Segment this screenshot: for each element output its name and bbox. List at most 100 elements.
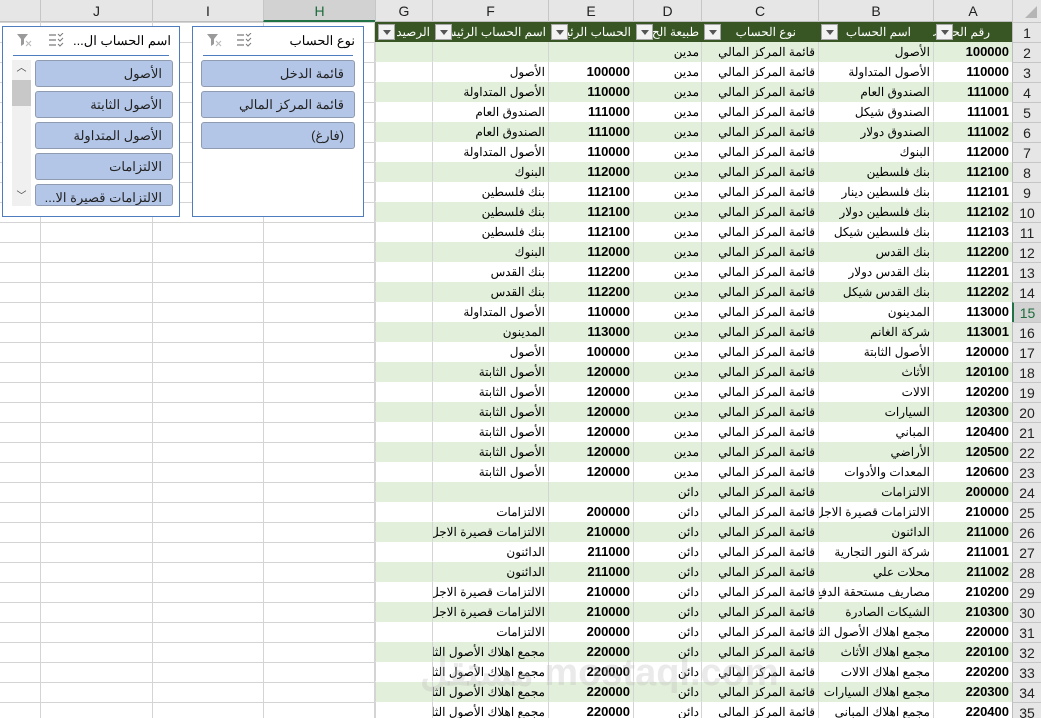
row-header[interactable]: 33 — [1012, 662, 1041, 682]
cell-account-number[interactable]: 220200 — [933, 662, 1012, 682]
cell-account-type[interactable]: قائمة المركز المالي — [701, 342, 818, 362]
column-header-e[interactable]: E — [548, 0, 633, 22]
cell-parent-account[interactable]: 112100 — [548, 222, 633, 242]
cell-account-name[interactable]: الالات — [818, 382, 933, 402]
cell-account-number[interactable]: 112102 — [933, 202, 1012, 222]
column-header-h[interactable]: H — [263, 0, 375, 22]
cell-parent-account[interactable] — [548, 42, 633, 62]
cell-account-number[interactable]: 120300 — [933, 402, 1012, 422]
cell-account-number[interactable]: 210200 — [933, 582, 1012, 602]
cell-account-nature[interactable]: مدين — [633, 202, 701, 222]
cell-account-type[interactable]: قائمة المركز المالي — [701, 62, 818, 82]
cell-account-nature[interactable]: مدين — [633, 402, 701, 422]
row-header[interactable]: 16 — [1012, 322, 1041, 342]
row-header[interactable]: 2 — [1012, 42, 1041, 62]
slicer-item[interactable]: قائمة المركز المالي — [201, 91, 355, 118]
cell-parent-account-name[interactable]: الصندوق العام — [432, 122, 548, 142]
slicer-item[interactable]: الالتزامات — [35, 153, 173, 180]
row-header[interactable]: 32 — [1012, 642, 1041, 662]
cell-account-name[interactable]: بنك فلسطين — [818, 162, 933, 182]
cell-account-name[interactable]: السيارات — [818, 402, 933, 422]
cell-account-nature[interactable]: مدين — [633, 282, 701, 302]
cell-balance[interactable] — [375, 42, 432, 62]
row-header[interactable]: 17 — [1012, 342, 1041, 362]
cell-parent-account-name[interactable]: الأصول الثابتة — [432, 382, 548, 402]
cell-account-number[interactable]: 220100 — [933, 642, 1012, 662]
cell-account-number[interactable]: 120000 — [933, 342, 1012, 362]
row-header[interactable]: 4 — [1012, 82, 1041, 102]
cell-balance[interactable] — [375, 162, 432, 182]
column-header-i[interactable]: I — [152, 0, 263, 22]
filter-dropdown-button[interactable] — [936, 24, 953, 40]
cell-parent-account[interactable]: 120000 — [548, 362, 633, 382]
cell-account-nature[interactable]: مدين — [633, 442, 701, 462]
cell-parent-account-name[interactable]: الصندوق العام — [432, 102, 548, 122]
cell-parent-account-name[interactable]: الأصول المتداولة — [432, 302, 548, 322]
column-header-b[interactable]: B — [818, 0, 933, 22]
cell-parent-account[interactable]: 100000 — [548, 62, 633, 82]
cell-account-type[interactable]: قائمة المركز المالي — [701, 522, 818, 542]
slicer-item[interactable]: الأصول المتداولة — [35, 122, 173, 149]
slicer-item[interactable]: الأصول — [35, 60, 173, 87]
clear-filter-icon[interactable] — [15, 33, 33, 49]
cell-parent-account-name[interactable]: الأصول الثابتة — [432, 422, 548, 442]
cell-account-type[interactable]: قائمة المركز المالي — [701, 442, 818, 462]
cell-parent-account[interactable]: 113000 — [548, 322, 633, 342]
cell-account-type[interactable]: قائمة المركز المالي — [701, 422, 818, 442]
column-header-f[interactable]: F — [432, 0, 548, 22]
cell-account-type[interactable]: قائمة المركز المالي — [701, 282, 818, 302]
cell-account-number[interactable]: 200000 — [933, 482, 1012, 502]
cell-parent-account-name[interactable]: مجمع اهلاك الأصول الثابتة — [432, 662, 548, 682]
cell-account-nature[interactable]: مدين — [633, 262, 701, 282]
scroll-up-icon[interactable]: ︿ — [12, 62, 31, 76]
row-header[interactable]: 6 — [1012, 122, 1041, 142]
cell-account-name[interactable]: شركة النور التجارية — [818, 542, 933, 562]
row-header[interactable]: 29 — [1012, 582, 1041, 602]
cell-account-number[interactable]: 220400 — [933, 702, 1012, 718]
cell-account-name[interactable]: مجمع اهلاك الأصول الثابتة — [818, 622, 933, 642]
cell-account-type[interactable]: قائمة المركز المالي — [701, 382, 818, 402]
cell-parent-account[interactable]: 211000 — [548, 562, 633, 582]
cell-account-name[interactable]: الصندوق العام — [818, 82, 933, 102]
cell-account-type[interactable]: قائمة المركز المالي — [701, 482, 818, 502]
cell-parent-account-name[interactable]: الأصول الثابتة — [432, 462, 548, 482]
cell-account-name[interactable]: بنك القدس — [818, 242, 933, 262]
multi-select-icon[interactable] — [235, 32, 253, 49]
cell-account-name[interactable]: المعدات والأدوات — [818, 462, 933, 482]
cell-parent-account-name[interactable]: الدائنون — [432, 542, 548, 562]
cell-account-name[interactable]: بنك فلسطين شيكل — [818, 222, 933, 242]
cell-parent-account-name[interactable]: بنك فلسطين — [432, 182, 548, 202]
cell-account-name[interactable]: الأثاث — [818, 362, 933, 382]
cell-account-nature[interactable]: دائن — [633, 502, 701, 522]
cell-balance[interactable] — [375, 562, 432, 582]
cell-account-number[interactable]: 120200 — [933, 382, 1012, 402]
cell-balance[interactable] — [375, 602, 432, 622]
cell-account-name[interactable]: المباني — [818, 422, 933, 442]
cell-parent-account-name[interactable]: بنك القدس — [432, 262, 548, 282]
cell-account-type[interactable]: قائمة المركز المالي — [701, 42, 818, 62]
column-header-d[interactable]: D — [633, 0, 701, 22]
cell-account-nature[interactable]: مدين — [633, 322, 701, 342]
cell-account-number[interactable]: 112201 — [933, 262, 1012, 282]
cell-account-number[interactable]: 211001 — [933, 542, 1012, 562]
cell-account-name[interactable]: الدائنون — [818, 522, 933, 542]
cell-account-name[interactable]: مصاريف مستحقة الدفع — [818, 582, 933, 602]
cell-account-nature[interactable]: مدين — [633, 102, 701, 122]
cell-account-nature[interactable]: مدين — [633, 302, 701, 322]
row-header[interactable]: 14 — [1012, 282, 1041, 302]
row-header[interactable]: 11 — [1012, 222, 1041, 242]
cell-parent-account-name[interactable]: الالتزامات — [432, 622, 548, 642]
cell-account-number[interactable]: 112000 — [933, 142, 1012, 162]
cell-account-nature[interactable]: دائن — [633, 622, 701, 642]
cell-parent-account[interactable]: 120000 — [548, 382, 633, 402]
cell-parent-account-name[interactable]: مجمع اهلاك الأصول الثابتة — [432, 702, 548, 718]
row-header[interactable]: 22 — [1012, 442, 1041, 462]
row-header[interactable]: 3 — [1012, 62, 1041, 82]
cell-parent-account-name[interactable]: الأصول الثابتة — [432, 402, 548, 422]
row-header[interactable]: 9 — [1012, 182, 1041, 202]
filter-dropdown-button[interactable] — [378, 24, 395, 40]
cell-account-nature[interactable]: مدين — [633, 122, 701, 142]
cell-parent-account-name[interactable] — [432, 482, 548, 502]
cell-parent-account-name[interactable]: بنك القدس — [432, 282, 548, 302]
cell-account-number[interactable]: 220000 — [933, 622, 1012, 642]
